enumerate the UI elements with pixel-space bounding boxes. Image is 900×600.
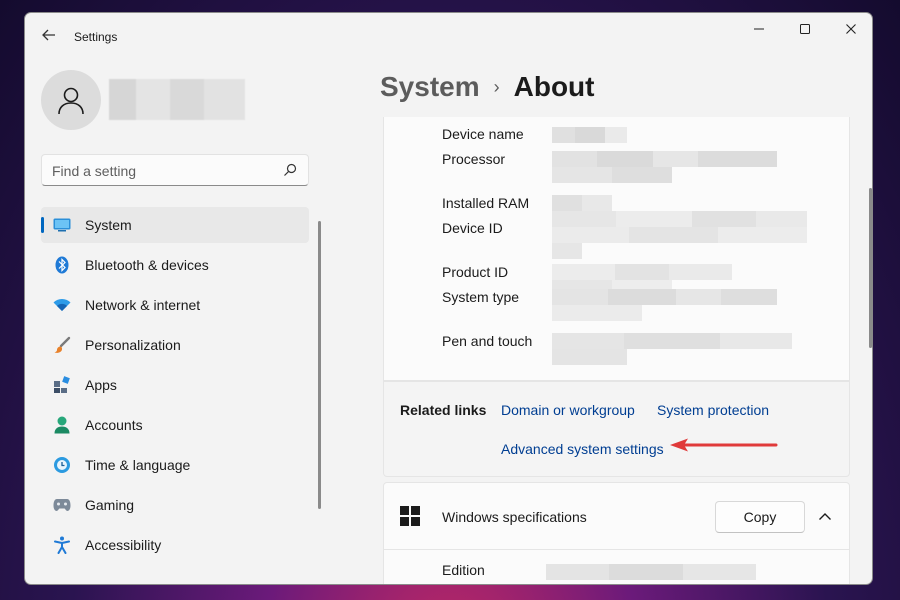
settings-window: Settings System Bluetooth & devices bbox=[24, 12, 873, 585]
system-icon bbox=[53, 216, 71, 234]
spec-label-pen-touch: Pen and touch bbox=[442, 333, 533, 349]
spec-value-redacted bbox=[552, 151, 777, 167]
device-specifications-card: Device name Processor Installed RAM Devi… bbox=[383, 117, 850, 381]
maximize-button[interactable] bbox=[782, 13, 828, 45]
system-protection-link[interactable]: System protection bbox=[657, 402, 769, 418]
search-icon[interactable] bbox=[282, 162, 298, 178]
sidebar-item-label: Gaming bbox=[85, 497, 135, 513]
windows-specifications-title: Windows specifications bbox=[442, 509, 587, 525]
spec-value-redacted bbox=[552, 243, 582, 259]
windows-logo-icon bbox=[400, 506, 420, 526]
user-name-redacted bbox=[109, 79, 245, 120]
content-scrollbar[interactable] bbox=[869, 188, 872, 348]
bluetooth-icon bbox=[53, 256, 71, 274]
sidebar-scrollbar[interactable] bbox=[318, 221, 321, 509]
spec-label-system-type: System type bbox=[442, 289, 520, 305]
spec-label-installed-ram: Installed RAM bbox=[442, 195, 530, 211]
brush-icon bbox=[53, 336, 71, 354]
breadcrumb: System › About bbox=[380, 71, 594, 103]
spec-label-edition: Edition bbox=[442, 562, 485, 578]
sidebar-item-apps[interactable]: Apps bbox=[41, 367, 309, 403]
sidebar-item-label: Accounts bbox=[85, 417, 143, 433]
spec-label-device-name: Device name bbox=[442, 126, 524, 142]
page-title: About bbox=[513, 71, 595, 102]
spec-value-redacted bbox=[552, 264, 732, 280]
minimize-button[interactable] bbox=[736, 13, 782, 45]
sidebar-item-label: Accessibility bbox=[85, 537, 162, 553]
domain-workgroup-link[interactable]: Domain or workgroup bbox=[501, 402, 635, 418]
spec-value-redacted bbox=[546, 564, 756, 580]
back-arrow-icon[interactable] bbox=[39, 27, 59, 47]
windows-specifications-card: Windows specifications Copy Edition bbox=[383, 482, 850, 584]
spec-value-redacted bbox=[552, 127, 627, 143]
gamepad-icon bbox=[53, 496, 71, 514]
spec-label-product-id: Product ID bbox=[442, 264, 509, 280]
spec-label-device-id: Device ID bbox=[442, 220, 503, 236]
copy-button[interactable]: Copy bbox=[715, 501, 805, 533]
avatar[interactable] bbox=[41, 70, 101, 130]
annotation-arrow-icon bbox=[670, 438, 778, 452]
spec-value-redacted bbox=[552, 333, 792, 349]
sidebar-item-label: Time & language bbox=[85, 457, 191, 473]
spec-value-redacted bbox=[552, 305, 642, 321]
spec-label-processor: Processor bbox=[442, 151, 506, 167]
breadcrumb-separator-icon: › bbox=[493, 76, 500, 97]
sidebar-nav: System Bluetooth & devices Network & int… bbox=[41, 207, 309, 567]
chevron-up-icon[interactable] bbox=[812, 505, 838, 529]
advanced-system-settings-link[interactable]: Advanced system settings bbox=[501, 441, 664, 457]
sidebar-item-personalization[interactable]: Personalization bbox=[41, 327, 309, 363]
sidebar-item-system[interactable]: System bbox=[41, 207, 309, 243]
spec-value-redacted bbox=[552, 195, 612, 211]
spec-value-redacted bbox=[552, 211, 807, 227]
user-icon bbox=[58, 87, 84, 115]
windows-specifications-header[interactable]: Windows specifications Copy bbox=[384, 483, 849, 550]
accounts-icon bbox=[53, 416, 71, 434]
wifi-icon bbox=[53, 296, 71, 314]
related-links-title: Related links bbox=[400, 402, 487, 418]
sidebar-item-time-language[interactable]: Time & language bbox=[41, 447, 309, 483]
sidebar-item-network[interactable]: Network & internet bbox=[41, 287, 309, 323]
sidebar-item-gaming[interactable]: Gaming bbox=[41, 487, 309, 523]
breadcrumb-parent[interactable]: System bbox=[380, 71, 480, 103]
sidebar-item-accounts[interactable]: Accounts bbox=[41, 407, 309, 443]
sidebar-item-label: Network & internet bbox=[85, 297, 201, 313]
related-links-panel: Related links Domain or workgroup System… bbox=[383, 381, 850, 477]
sidebar-item-label: System bbox=[85, 217, 132, 233]
search-box[interactable] bbox=[41, 154, 309, 186]
sidebar-item-bluetooth[interactable]: Bluetooth & devices bbox=[41, 247, 309, 283]
clock-globe-icon bbox=[53, 456, 71, 474]
close-button[interactable] bbox=[828, 13, 872, 45]
spec-value-redacted bbox=[552, 349, 627, 365]
search-input[interactable] bbox=[52, 161, 272, 181]
sidebar-item-label: Personalization bbox=[85, 337, 181, 353]
accessibility-icon bbox=[53, 536, 71, 554]
sidebar-item-label: Bluetooth & devices bbox=[85, 257, 209, 273]
sidebar-item-accessibility[interactable]: Accessibility bbox=[41, 527, 309, 563]
app-title: Settings bbox=[74, 30, 118, 44]
apps-icon bbox=[53, 376, 71, 394]
spec-value-redacted bbox=[552, 167, 672, 183]
spec-value-redacted bbox=[552, 227, 807, 243]
sidebar-item-label: Apps bbox=[85, 377, 117, 393]
spec-value-redacted bbox=[552, 289, 777, 305]
